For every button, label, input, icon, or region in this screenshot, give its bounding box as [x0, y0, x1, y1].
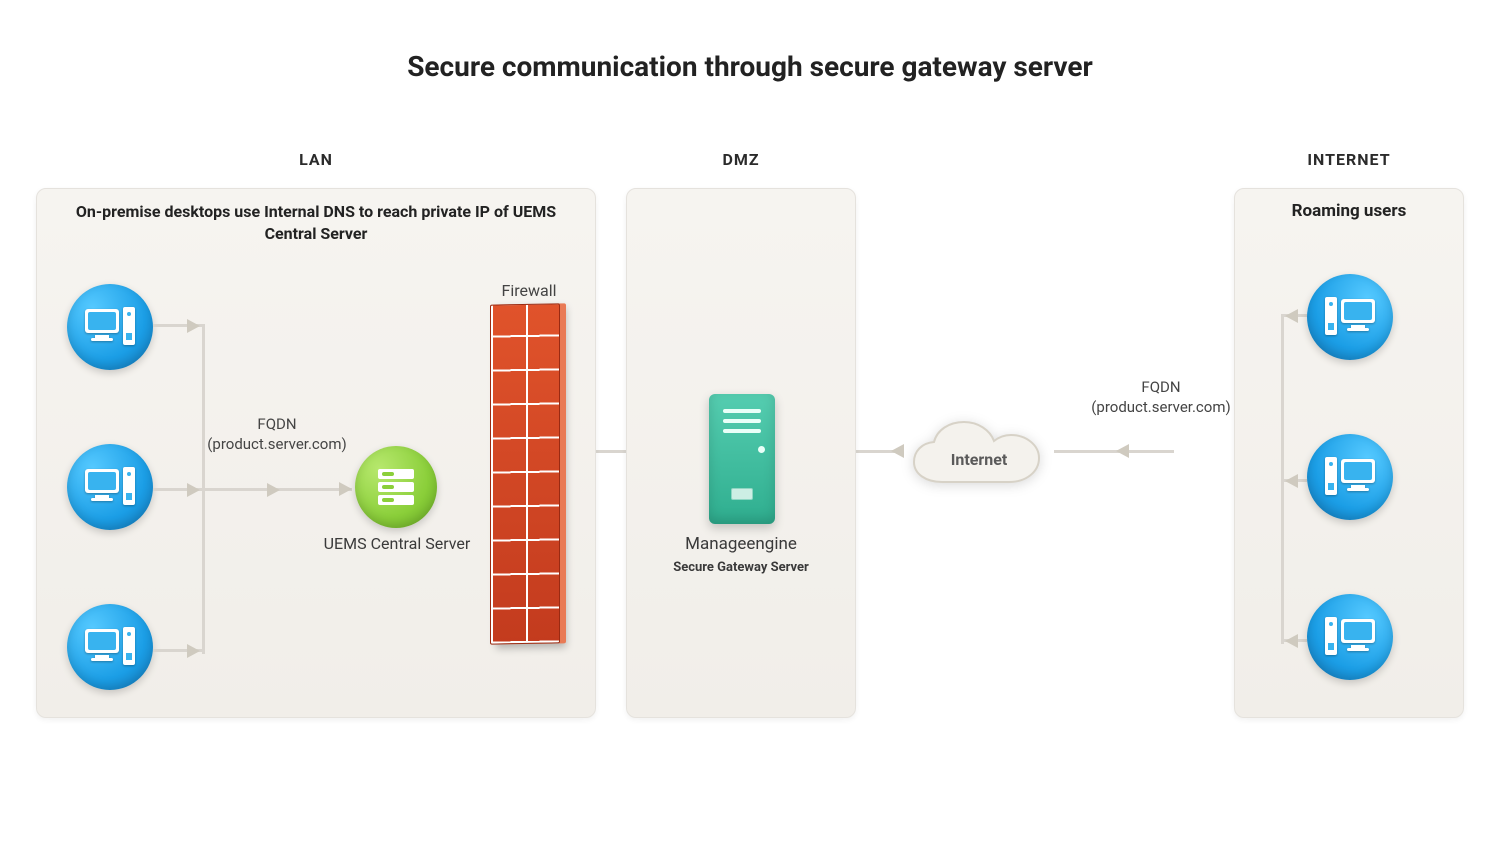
arrow-right-icon [187, 483, 200, 497]
roaming-fqdn-line1: FQDN [1071, 377, 1251, 397]
firewall-icon [490, 303, 560, 644]
dmz-panel: Manageengine Secure Gateway Server [626, 188, 856, 718]
roaming-subtitle: Roaming users [1235, 201, 1463, 221]
roaming-desktop-icon [1307, 594, 1393, 680]
uems-central-server-icon [355, 446, 437, 528]
lan-fqdn-line1: FQDN [187, 414, 367, 434]
link-cloud-to-roaming [1054, 450, 1174, 453]
arrow-into-cloud-left [891, 444, 904, 458]
lan-zone-label: LAN [36, 150, 596, 169]
gateway-label-line1: Manageengine [647, 534, 835, 554]
secure-gateway-server-label: Manageengine Secure Gateway Server [647, 534, 835, 575]
roaming-desktop-icon [1307, 434, 1393, 520]
roaming-fqdn-label: FQDN (product.server.com) [1071, 377, 1251, 418]
internet-cloud-icon: Internet [904, 420, 1054, 498]
arrow-right-icon [339, 482, 352, 496]
internet-zone-label: INTERNET [1234, 150, 1464, 169]
arrow-right-icon [187, 644, 200, 658]
lan-desktop-icon [67, 444, 153, 530]
lan-fqdn-label: FQDN (product.server.com) [187, 414, 367, 455]
roaming-fqdn-line2: (product.server.com) [1071, 397, 1251, 417]
roaming-panel: Roaming users [1234, 188, 1464, 718]
secure-gateway-server-icon [709, 394, 775, 524]
lan-panel: On-premise desktops use Internal DNS to … [36, 188, 596, 718]
roaming-desktop-icon [1307, 274, 1393, 360]
arrow-left-icon [1285, 634, 1298, 648]
arrow-left-icon [1285, 474, 1298, 488]
lan-desktop-icon [67, 604, 153, 690]
firewall-label: Firewall [469, 281, 589, 300]
architecture-diagram: LAN DMZ INTERNET Internet FQDN (product.… [36, 150, 1464, 782]
gateway-label-line2: Secure Gateway Server [647, 560, 835, 575]
arrow-right-icon [187, 319, 200, 333]
lan-desktop-icon [67, 284, 153, 370]
arrow-left-icon [1285, 309, 1298, 323]
internet-cloud-label: Internet [904, 420, 1054, 498]
lan-fqdn-line2: (product.server.com) [187, 434, 367, 454]
uems-central-server-label: UEMS Central Server [322, 534, 472, 553]
page-title: Secure communication through secure gate… [0, 0, 1500, 83]
arrow-toward-cloud-from-roaming [1116, 444, 1129, 458]
arrow-right-icon [267, 483, 280, 497]
dmz-zone-label: DMZ [626, 150, 856, 169]
lan-subtitle: On-premise desktops use Internal DNS to … [57, 201, 575, 244]
